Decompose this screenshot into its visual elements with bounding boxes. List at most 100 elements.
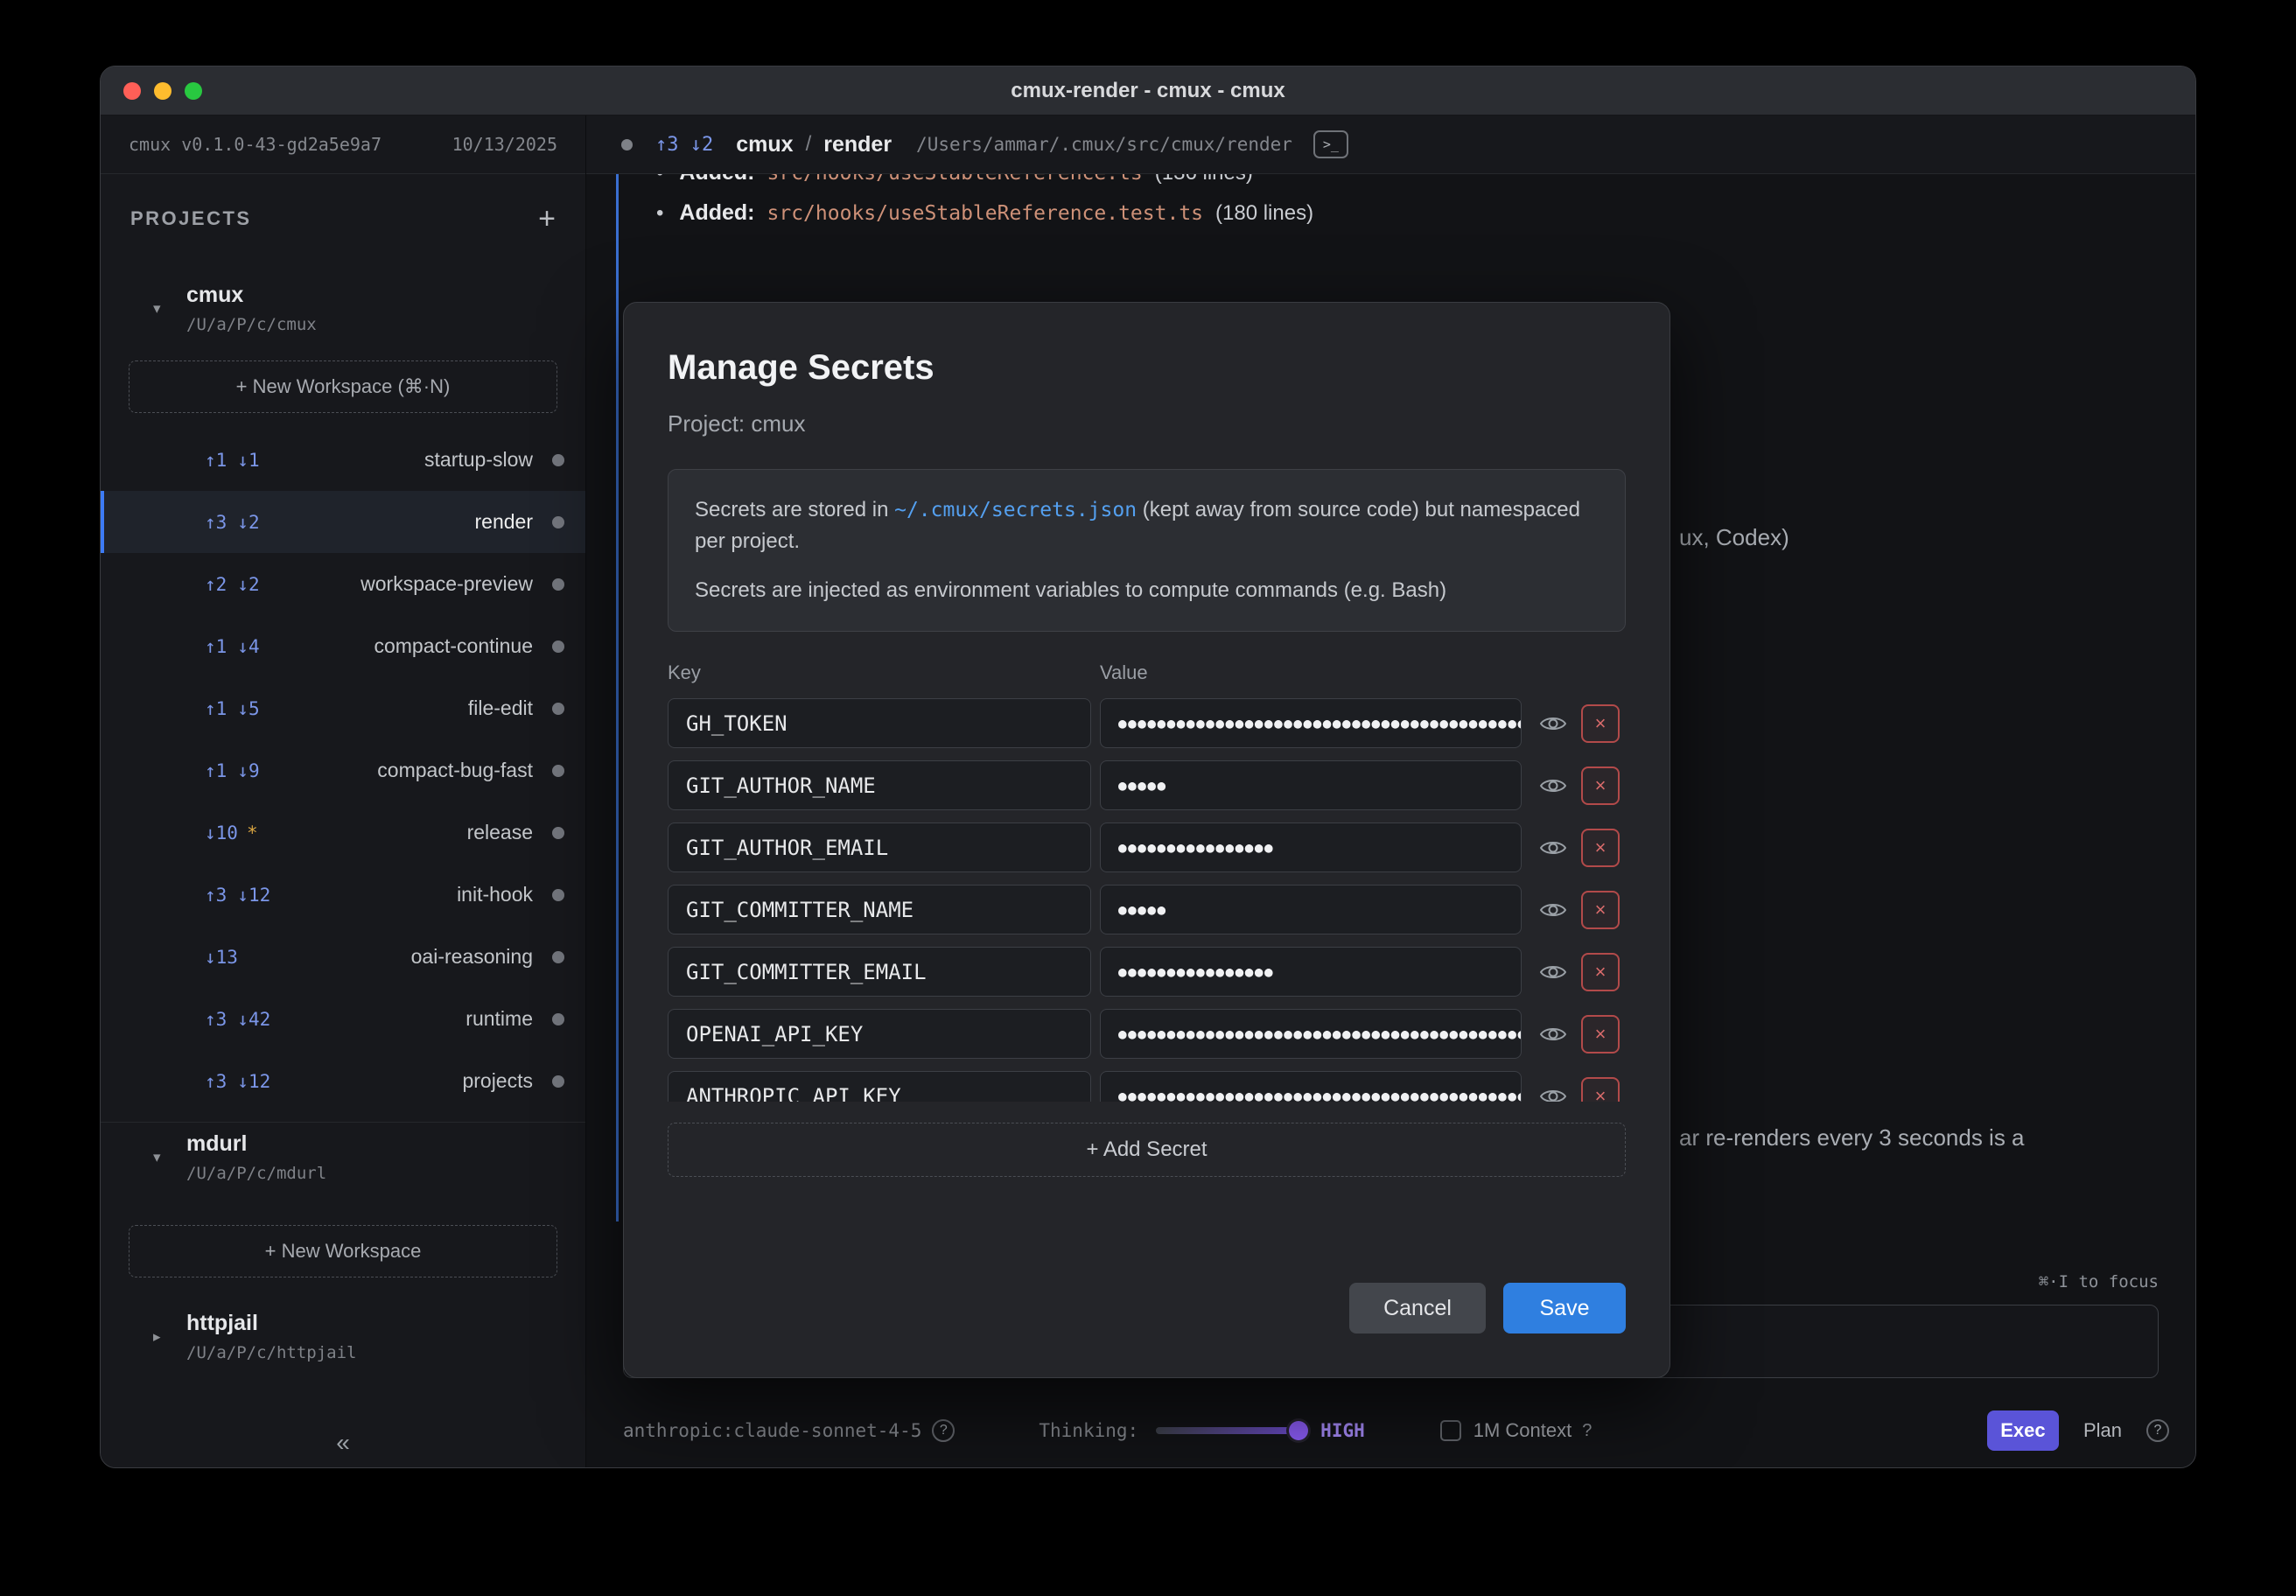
git-behind: ↓2 — [690, 134, 714, 156]
added-file-line: •Added:src/hooks/useStableReference.ts(1… — [656, 174, 1253, 186]
help-icon[interactable]: ? — [2146, 1419, 2169, 1442]
delete-secret-button[interactable]: × — [1581, 704, 1620, 743]
project-path: /U/a/P/c/cmux — [186, 315, 317, 334]
git-ahead: ↑3 — [205, 885, 227, 906]
workspace-item-compact-bug-fast[interactable]: ↑1 ↓9 compact-bug-fast — [101, 739, 585, 802]
add-project-button[interactable]: + — [538, 204, 556, 234]
delete-secret-button[interactable]: × — [1581, 891, 1620, 929]
context-1m-checkbox[interactable] — [1440, 1420, 1461, 1441]
workspace-item-compact-continue[interactable]: ↑1↓4 compact-continue — [101, 615, 585, 677]
git-ahead: ↑1 — [205, 760, 227, 781]
git-behind: ↓2 — [237, 512, 259, 533]
add-secret-button[interactable]: + Add Secret — [668, 1123, 1626, 1177]
minimize-window-button[interactable] — [154, 82, 172, 100]
secret-value-input[interactable]: ●●●●● — [1100, 885, 1522, 934]
occluded-text-fragment: ux, Codex) — [1679, 524, 1789, 551]
disclosure-triangle-icon[interactable]: ▸ — [153, 1328, 169, 1346]
workspace-name: workspace-preview — [260, 572, 533, 596]
secret-value-input[interactable]: ●●●●●●●●●●●●●●●●●●●●●●●●●●●●●●●●●●●●●●●●… — [1100, 1071, 1522, 1102]
git-stats: ↑1↓1 — [205, 450, 260, 471]
dialog-project: Project: cmux — [668, 410, 1626, 438]
project-httpjail[interactable]: ▸ httpjail /U/a/P/c/httpjail — [101, 1311, 585, 1362]
traffic-lights — [123, 66, 202, 115]
workspace-name: render — [260, 510, 533, 534]
disclosure-triangle-icon[interactable]: ▾ — [153, 1149, 169, 1166]
secret-key-input[interactable]: GIT_AUTHOR_EMAIL — [668, 822, 1091, 872]
secret-key-input[interactable]: OPENAI_API_KEY — [668, 1009, 1091, 1059]
value-column-header: Value — [1100, 662, 1148, 684]
delete-secret-button[interactable]: × — [1581, 1077, 1620, 1102]
secret-value-input[interactable]: ●●●●●●●●●●●●●●●● — [1100, 822, 1522, 872]
secret-key-input[interactable]: GIT_AUTHOR_NAME — [668, 760, 1091, 810]
new-workspace-button[interactable]: + New Workspace — [129, 1225, 557, 1278]
collapse-sidebar-button[interactable]: « — [101, 1429, 585, 1457]
secret-key-input[interactable]: ANTHROPIC_API_KEY — [668, 1071, 1091, 1102]
git-ahead: ↑3 — [655, 134, 679, 156]
git-behind: ↓12 — [237, 1071, 270, 1092]
zoom-window-button[interactable] — [185, 82, 202, 100]
close-window-button[interactable] — [123, 82, 141, 100]
workspace-status-dot — [552, 703, 564, 715]
workspace-item-startup-slow[interactable]: ↑1↓1 startup-slow — [101, 429, 585, 491]
exec-mode-button[interactable]: Exec — [1987, 1410, 2059, 1451]
secret-row: ANTHROPIC_API_KEY ●●●●●●●●●●●●●●●●●●●●●●… — [668, 1071, 1626, 1102]
reveal-secret-button[interactable] — [1537, 714, 1569, 733]
thinking-level-slider[interactable] — [1156, 1427, 1305, 1434]
plan-mode-button[interactable]: Plan — [2083, 1419, 2122, 1442]
secret-value-input[interactable]: ●●●●●●●●●●●●●●●●●●●●●●●●●●●●●●●●●●●●●●●●… — [1100, 1009, 1522, 1059]
model-info-icon[interactable]: ? — [932, 1419, 955, 1442]
delete-secret-button[interactable]: × — [1581, 766, 1620, 805]
delete-secret-button[interactable]: × — [1581, 1015, 1620, 1054]
new-workspace-button[interactable]: + New Workspace (⌘·N) — [129, 360, 557, 413]
workspace-status-dot — [552, 1013, 564, 1026]
delete-secret-button[interactable]: × — [1581, 953, 1620, 991]
reveal-secret-button[interactable] — [1537, 776, 1569, 795]
workspace-item-file-edit[interactable]: ↑1↓5 file-edit — [101, 677, 585, 739]
workspace-name: compact-bug-fast — [260, 759, 533, 782]
workspace-item-workspace-preview[interactable]: ↑2↓2 workspace-preview — [101, 553, 585, 615]
secret-value-input[interactable]: ●●●●●●●●●●●●●●●●●●●●●●●●●●●●●●●●●●●●●●●●… — [1100, 698, 1522, 748]
secret-key-input[interactable]: GH_TOKEN — [668, 698, 1091, 748]
secret-key-input[interactable]: GIT_COMMITTER_EMAIL — [668, 947, 1091, 997]
reveal-secret-button[interactable] — [1537, 1025, 1569, 1044]
secret-value-input[interactable]: ●●●●● — [1100, 760, 1522, 810]
workspace-name: oai-reasoning — [238, 945, 533, 969]
workspace-name: compact-continue — [260, 634, 533, 658]
workspace-item-runtime[interactable]: ↑3↓42 runtime — [101, 988, 585, 1050]
git-stats: ↑3↓12 — [205, 1071, 270, 1092]
delete-secret-button[interactable]: × — [1581, 829, 1620, 867]
breadcrumb-separator: / — [806, 132, 812, 157]
workspace-status-dot — [552, 951, 564, 963]
secret-key-input[interactable]: GIT_COMMITTER_NAME — [668, 885, 1091, 934]
workspace-item-release[interactable]: ↓10* release — [101, 802, 585, 864]
git-behind: ↓9 — [237, 760, 259, 781]
slider-knob[interactable] — [1289, 1421, 1308, 1440]
project-cmux[interactable]: ▾ cmux /U/a/P/c/cmux — [101, 283, 585, 334]
reveal-secret-button[interactable] — [1537, 1087, 1569, 1102]
workspace-name: projects — [270, 1069, 533, 1093]
workspace-item-projects[interactable]: ↑3↓12 projects — [101, 1050, 585, 1112]
breadcrumb-project[interactable]: cmux — [736, 132, 793, 158]
workspace-status-dot — [552, 827, 564, 839]
project-name: mdurl — [186, 1131, 326, 1157]
workspace-item-oai-reasoning[interactable]: ↓13 oai-reasoning — [101, 926, 585, 988]
reveal-secret-button[interactable] — [1537, 900, 1569, 920]
project-mdurl[interactable]: ▾ mdurl /U/a/P/c/mdurl — [101, 1131, 585, 1183]
workspace-item-init-hook[interactable]: ↑3↓12 init-hook — [101, 864, 585, 926]
disclosure-triangle-icon[interactable]: ▾ — [153, 300, 169, 318]
reveal-secret-button[interactable] — [1537, 962, 1569, 982]
workspace-item-render[interactable]: ↑3↓2 render — [101, 491, 585, 553]
sidebar: cmux v0.1.0-43-gd2a5e9a7 10/13/2025 PROJ… — [101, 116, 586, 1467]
cancel-button[interactable]: Cancel — [1349, 1283, 1486, 1334]
reveal-secret-button[interactable] — [1537, 838, 1569, 858]
project-name: httpjail — [186, 1311, 356, 1336]
workspace-name: startup-slow — [260, 448, 533, 472]
model-name[interactable]: anthropic:claude-sonnet-4-5 — [623, 1420, 921, 1441]
save-button[interactable]: Save — [1503, 1283, 1626, 1334]
workspace-topbar: ↑3 ↓2 cmux / render /Users/ammar/.cmux/s… — [586, 116, 2195, 174]
context-help-icon[interactable]: ? — [1582, 1421, 1592, 1441]
breadcrumb-workspace[interactable]: render — [823, 132, 892, 158]
open-terminal-button[interactable]: >_ — [1313, 130, 1348, 158]
secret-value-input[interactable]: ●●●●●●●●●●●●●●●● — [1100, 947, 1522, 997]
secret-row: OPENAI_API_KEY ●●●●●●●●●●●●●●●●●●●●●●●●●… — [668, 1009, 1626, 1059]
